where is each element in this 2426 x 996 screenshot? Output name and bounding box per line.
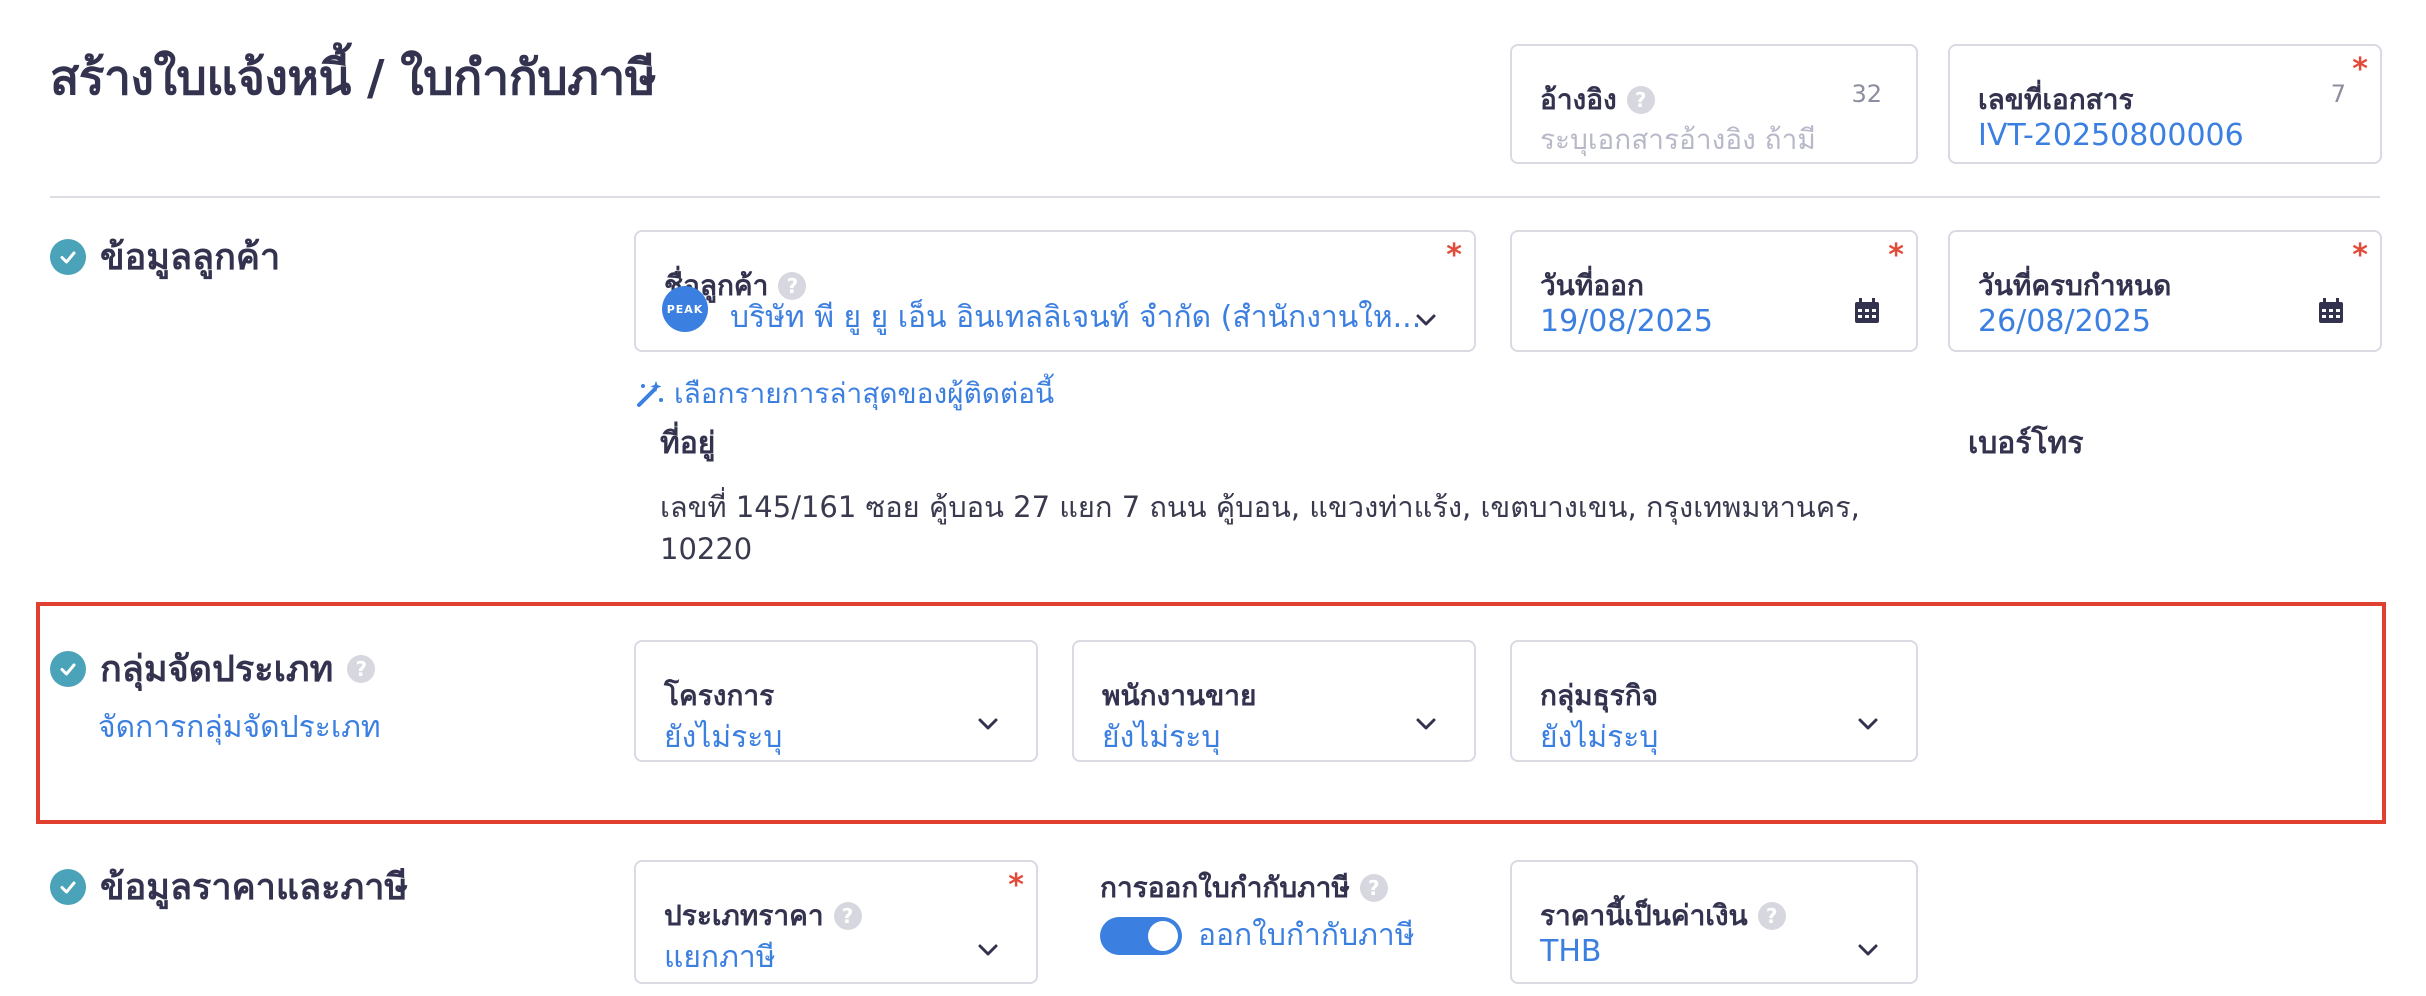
- required-marker: *: [1446, 238, 1462, 273]
- help-icon[interactable]: ?: [347, 654, 376, 683]
- category-section-title: กลุ่มจัดประเภท ?: [50, 640, 376, 697]
- due-date-label: วันที่ครบกำหนด: [1978, 269, 2172, 302]
- project-value: ยังไม่ระบุ: [664, 720, 783, 755]
- customer-section-label: ข้อมูลลูกค้า: [100, 237, 281, 278]
- chevron-down-icon: [1416, 314, 1436, 326]
- tax-invoice-toggle-row: ออกใบกำกับภาษี: [1100, 912, 1415, 959]
- price-type-select[interactable]: ประเภทราคา ? * แยกภาษี: [634, 860, 1038, 984]
- customer-avatar: PEAK: [662, 286, 708, 332]
- doc-number-label: เลขที่เอกสาร: [1978, 83, 2134, 116]
- help-icon[interactable]: ?: [1359, 874, 1388, 902]
- business-group-label: กลุ่มธุรกิจ: [1540, 679, 1659, 712]
- chevron-down-icon: [1416, 718, 1436, 730]
- reference-label: อ้างอิง: [1540, 83, 1617, 116]
- tax-invoice-toggle-label: ออกใบกำกับภาษี: [1198, 918, 1415, 953]
- issue-date-label: วันที่ออก: [1540, 269, 1644, 302]
- doc-number-field[interactable]: เลขที่เอกสาร 7 * IVT-20250800006: [1948, 44, 2382, 164]
- salesperson-value: ยังไม่ระบุ: [1102, 720, 1221, 755]
- calendar-icon[interactable]: [2316, 296, 2346, 326]
- required-marker: *: [2352, 52, 2368, 87]
- calendar-icon[interactable]: [1852, 296, 1882, 326]
- price-type-label: ประเภทราคา: [664, 899, 824, 932]
- header-divider: [50, 196, 2380, 198]
- page-title: สร้างใบแจ้งหนี้ / ใบกำกับภาษี: [50, 50, 656, 106]
- magic-wand-icon: [637, 381, 663, 407]
- chevron-down-icon: [978, 944, 998, 956]
- price-section-title: ข้อมูลราคาและภาษี: [50, 858, 408, 915]
- reference-input-placeholder: ระบุเอกสารอ้างอิง ถ้ามี: [1540, 123, 1816, 156]
- issue-date-field[interactable]: วันที่ออก * 19/08/2025: [1510, 230, 1918, 352]
- customer-name-select[interactable]: ชื่อลูกค้า ? * PEAK บริษัท พี ยู ยู เอ็น…: [634, 230, 1476, 352]
- required-marker: *: [2352, 238, 2368, 273]
- doc-number-value: IVT-20250800006: [1978, 118, 2244, 153]
- chevron-down-icon: [1858, 718, 1878, 730]
- business-group-value: ยังไม่ระบุ: [1540, 720, 1659, 755]
- business-group-select[interactable]: กลุ่มธุรกิจ ยังไม่ระบุ: [1510, 640, 1918, 762]
- salesperson-label: พนักงานขาย: [1102, 679, 1257, 712]
- toggle-knob: [1148, 920, 1178, 951]
- required-marker: *: [1888, 238, 1904, 273]
- project-select[interactable]: โครงการ ยังไม่ระบุ: [634, 640, 1038, 762]
- currency-label: ราคานี้เป็นค่าเงิน: [1540, 899, 1748, 932]
- tax-invoice-label: การออกใบกำกับภาษี: [1100, 871, 1350, 904]
- tax-invoice-toggle[interactable]: [1100, 916, 1182, 955]
- address-line-2: 10220: [660, 532, 753, 566]
- customer-section-title: ข้อมูลลูกค้า: [50, 228, 280, 285]
- category-section-label: กลุ่มจัดประเภท: [100, 649, 334, 690]
- chevron-down-icon: [978, 718, 998, 730]
- reference-field[interactable]: อ้างอิง ? 32 ระบุเอกสารอ้างอิง ถ้ามี: [1510, 44, 1918, 164]
- chevron-down-icon: [1858, 944, 1878, 956]
- currency-value: THB: [1540, 934, 1602, 969]
- select-recent-label: เลือกรายการล่าสุดของผู้ติดต่อนี้: [674, 377, 1055, 410]
- price-section-label: ข้อมูลราคาและภาษี: [100, 867, 409, 908]
- currency-select[interactable]: ราคานี้เป็นค่าเงิน ? THB: [1510, 860, 1918, 984]
- salesperson-select[interactable]: พนักงานขาย ยังไม่ระบุ: [1072, 640, 1476, 762]
- tax-invoice-label-row: การออกใบกำกับภาษี ?: [1100, 866, 1388, 910]
- due-date-field[interactable]: วันที่ครบกำหนด * 26/08/2025: [1948, 230, 2382, 352]
- check-circle-icon: [50, 650, 86, 687]
- required-marker: *: [1008, 868, 1024, 903]
- reference-char-counter: 32: [1851, 80, 1882, 108]
- customer-name-value: บริษัท พี ยู ยู เอ็น อินเทลลิเจนท์ จำกัด…: [730, 300, 1422, 335]
- help-icon[interactable]: ?: [1757, 902, 1786, 930]
- check-circle-icon: [50, 238, 86, 275]
- phone-label: เบอร์โทร: [1968, 426, 2084, 461]
- issue-date-value: 19/08/2025: [1540, 304, 1713, 339]
- check-circle-icon: [50, 868, 86, 905]
- address-line-1: เลขที่ 145/161 ซอย คู้บอน 27 แยก 7 ถนน ค…: [660, 490, 1860, 524]
- manage-category-link[interactable]: จัดการกลุ่มจัดประเภท: [98, 704, 381, 751]
- select-recent-link[interactable]: เลือกรายการล่าสุดของผู้ติดต่อนี้: [634, 372, 1054, 416]
- project-label: โครงการ: [664, 679, 775, 712]
- price-type-value: แยกภาษี: [664, 940, 776, 975]
- help-icon[interactable]: ?: [1626, 86, 1655, 114]
- due-date-value: 26/08/2025: [1978, 304, 2151, 339]
- help-icon[interactable]: ?: [833, 902, 862, 930]
- address-label: ที่อยู่: [660, 426, 716, 461]
- doc-number-counter: 7: [2330, 80, 2346, 108]
